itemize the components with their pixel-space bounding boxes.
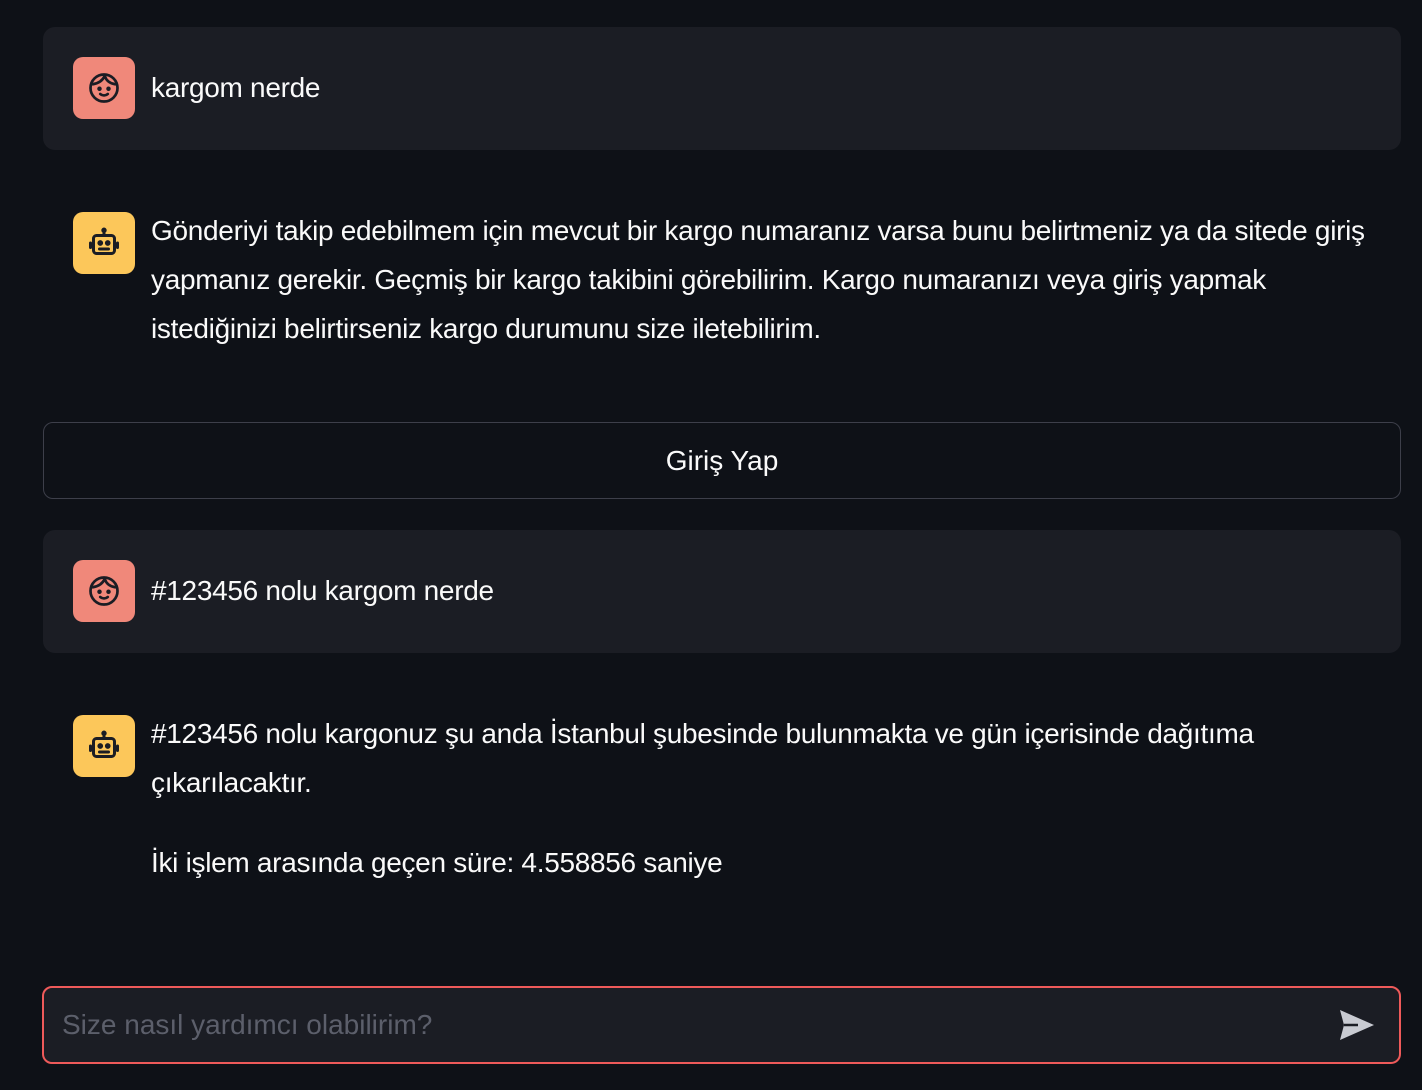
assistant-avatar — [73, 212, 135, 274]
user-face-icon — [89, 73, 119, 103]
send-button[interactable] — [1327, 995, 1387, 1055]
user-avatar — [73, 57, 135, 119]
message-text: kargom nerde — [151, 72, 321, 103]
message-content: #123456 nolu kargom nerde — [151, 560, 494, 615]
message-text: İki işlem arasında geçen süre: 4.558856 … — [151, 847, 723, 878]
message-content: #123456 nolu kargonuz şu anda İstanbul ş… — [151, 709, 1387, 887]
message-text: Gönderiyi takip edebilmem için mevcut bi… — [151, 215, 1365, 344]
chat-message-user: kargom nerde — [43, 27, 1401, 150]
chat-message-user: #123456 nolu kargom nerde — [43, 530, 1401, 653]
robot-icon — [89, 730, 119, 758]
robot-icon — [89, 227, 119, 255]
login-button[interactable]: Giriş Yap — [43, 422, 1401, 499]
message-text: #123456 nolu kargom nerde — [151, 575, 494, 606]
chat-message-assistant: #123456 nolu kargonuz şu anda İstanbul ş… — [43, 685, 1401, 915]
user-avatar — [73, 560, 135, 622]
send-icon — [1340, 1010, 1374, 1040]
chat-message-assistant: Gönderiyi takip edebilmem için mevcut bi… — [43, 182, 1401, 392]
assistant-avatar — [73, 715, 135, 777]
chat-input-container — [42, 986, 1401, 1064]
chat-container: kargom nerde Gönderiyi takip edebilmem i… — [0, 0, 1422, 1090]
user-face-icon — [89, 576, 119, 606]
message-content: kargom nerde — [151, 57, 320, 112]
chat-input[interactable] — [44, 988, 1327, 1062]
message-text: #123456 nolu kargonuz şu anda İstanbul ş… — [151, 718, 1254, 798]
message-content: Gönderiyi takip edebilmem için mevcut bi… — [151, 206, 1387, 353]
